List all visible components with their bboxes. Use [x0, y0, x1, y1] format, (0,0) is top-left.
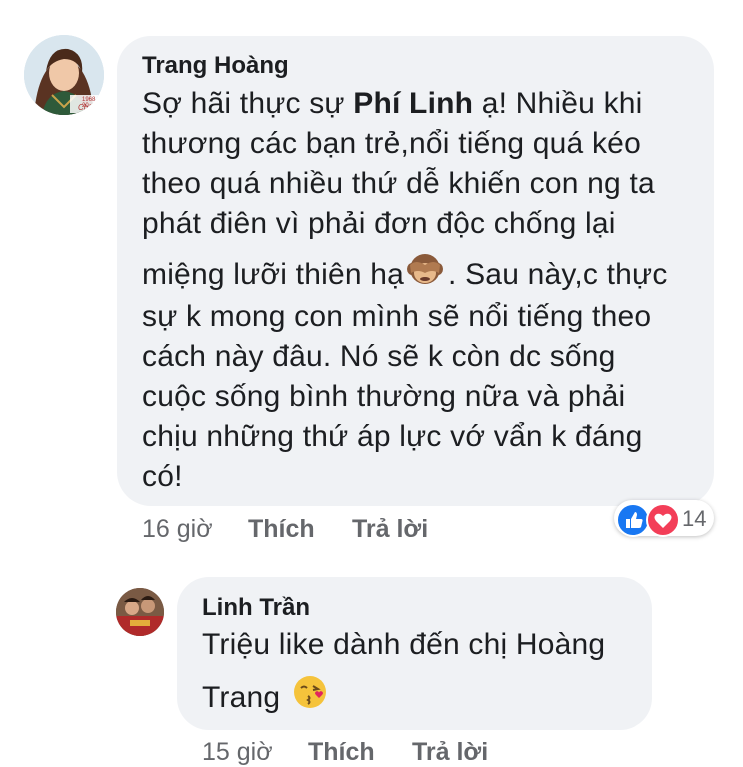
avatar-badge-text: Chí Vă — [78, 103, 103, 112]
comment-text-line: thương các bạn trẻ,nổi tiếng quá kéo — [142, 127, 641, 160]
comment-text: Sợ hãi thực sự — [142, 87, 354, 120]
reply-button[interactable]: Trả lời — [352, 515, 428, 544]
heart-icon — [646, 503, 680, 537]
comment-text-line: cách này đâu. Nó sẽ k còn dc sống — [142, 340, 616, 373]
comment-timestamp[interactable]: 16 giờ — [142, 515, 213, 544]
comment-text-line: phát điên vì phải đơn độc chống lại — [142, 207, 616, 240]
reaction-count: 14 — [682, 506, 707, 531]
comment-text-line: Trang — [202, 674, 328, 721]
comment-text-line: theo quá nhiều thứ dễ khiến con ng ta — [142, 167, 655, 200]
comment-timestamp[interactable]: 15 giờ — [202, 738, 273, 767]
comment-author[interactable]: Trang Hoàng — [142, 52, 289, 80]
comment-text: miệng lưỡi thiên hạ — [142, 257, 405, 291]
reaction-summary[interactable]: 14 — [614, 500, 714, 537]
like-button[interactable]: Thích — [248, 515, 315, 544]
comment-text-line: chịu những thứ áp lực vớ vẩn k đáng — [142, 420, 643, 453]
reply-button[interactable]: Trả lời — [412, 738, 488, 767]
comment-text-line: sự k mong con mình sẽ nổi tiếng theo — [142, 300, 652, 333]
comment-text: Trang — [202, 680, 281, 714]
comment-text-line: Sợ hãi thực sự Phí Linh ạ! Nhiều khi — [142, 87, 643, 121]
avatar[interactable] — [116, 588, 164, 636]
mention-link[interactable]: Phí Linh — [353, 87, 473, 120]
comment-text-line: miệng lưỡi thiên hạ . Sau này,c thực — [142, 254, 668, 298]
comment-author[interactable]: Linh Trần — [202, 594, 310, 622]
cropped-previous-content — [170, 0, 290, 4]
comment-text: ạ! Nhiều khi — [473, 87, 643, 120]
see-no-evil-monkey-icon — [406, 251, 444, 295]
comment-text-line: Triệu like dành đến chị Hoàng — [202, 628, 606, 661]
thumbs-up-icon — [616, 503, 650, 537]
like-button[interactable]: Thích — [308, 738, 375, 767]
avatar[interactable]: 1968-20 Chí Vă — [24, 35, 104, 115]
comment-text-line: cuộc sống bình thường nữa và phải — [142, 380, 626, 413]
comment-text: . Sau này,c thực — [448, 257, 668, 291]
face-blowing-kiss-icon — [292, 674, 328, 718]
comment-text-line: có! — [142, 460, 183, 493]
